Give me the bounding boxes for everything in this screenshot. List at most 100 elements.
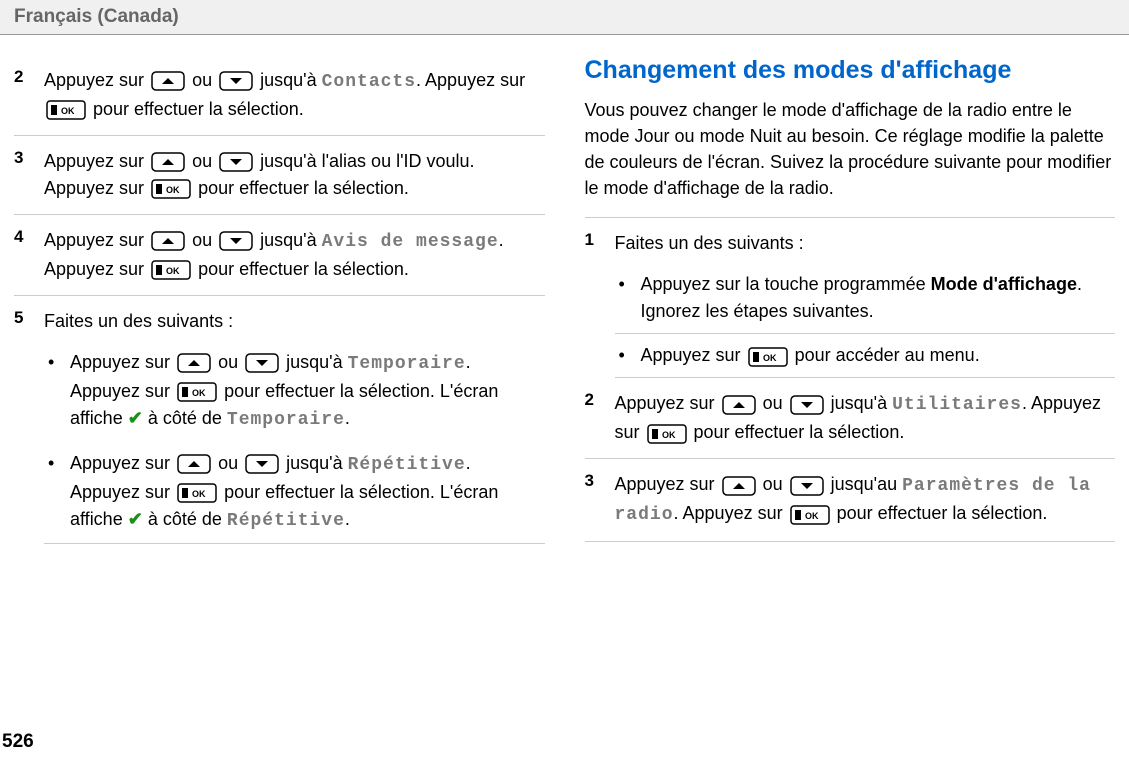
step-body: Appuyez sur ou jusqu'au Paramètres de la… xyxy=(615,471,1116,529)
svg-text:OK: OK xyxy=(192,489,206,499)
up-arrow-icon xyxy=(151,231,185,251)
ok-button-icon: OK xyxy=(177,483,217,503)
mono-text: Utilitaires xyxy=(892,395,1022,415)
step-number: 5 xyxy=(14,308,44,544)
text: ou xyxy=(218,453,243,473)
step-body: Faites un des suivants : • Appuyez sur l… xyxy=(615,230,1116,378)
text: pour effectuer la sélection. xyxy=(93,99,304,119)
svg-text:OK: OK xyxy=(763,353,777,363)
svg-text:OK: OK xyxy=(805,511,819,521)
bullet-marker: • xyxy=(615,271,641,325)
text: ou xyxy=(763,474,788,494)
text: pour effectuer la sélection. xyxy=(198,178,409,198)
text: Appuyez sur xyxy=(70,453,175,473)
bullet-item: • Appuyez sur la touche programmée Mode … xyxy=(615,263,1116,334)
step-2: 2 Appuyez sur ou jusqu'à Contacts. Appuy… xyxy=(14,55,545,136)
bullet-marker: • xyxy=(44,450,70,535)
bullet-item: • Appuyez sur ou jusqu'à Répétitive. App… xyxy=(44,442,545,544)
bold-text: Mode d'affichage xyxy=(931,274,1077,294)
step-3: 3 Appuyez sur ou jusqu'à l'alias ou l'ID… xyxy=(14,136,545,215)
text: pour effectuer la sélection. xyxy=(198,259,409,279)
bullet-body: Appuyez sur la touche programmée Mode d'… xyxy=(641,271,1116,325)
step-number: 2 xyxy=(585,390,615,446)
bullet-marker: • xyxy=(44,349,70,434)
section-intro: Vous pouvez changer le mode d'affichage … xyxy=(585,97,1116,201)
text: Appuyez sur la touche programmée xyxy=(641,274,931,294)
text: Appuyez sur xyxy=(44,151,149,171)
text: jusqu'à xyxy=(260,70,321,90)
step-body: Appuyez sur ou jusqu'à Utilitaires. Appu… xyxy=(615,390,1116,446)
bullet-item: • Appuyez sur ou jusqu'à Temporaire. App… xyxy=(44,341,545,442)
bullet-marker: • xyxy=(615,342,641,369)
text: ou xyxy=(192,230,217,250)
down-arrow-icon xyxy=(219,152,253,172)
text: . Appuyez sur xyxy=(416,70,525,90)
step-number: 4 xyxy=(14,227,44,283)
step-body: Appuyez sur ou jusqu'à Contacts. Appuyez… xyxy=(44,67,545,123)
svg-text:OK: OK xyxy=(192,388,206,398)
section-title: Changement des modes d'affichage xyxy=(585,55,1116,85)
down-arrow-icon xyxy=(245,454,279,474)
step-3-right: 3 Appuyez sur ou jusqu'au Paramètres de … xyxy=(585,459,1116,542)
mono-text: Contacts xyxy=(322,72,416,92)
mono-text: Répétitive xyxy=(348,455,466,475)
step-body: Appuyez sur ou jusqu'à Avis de message. … xyxy=(44,227,545,283)
up-arrow-icon xyxy=(151,152,185,172)
check-icon: ✔ xyxy=(128,405,143,432)
mono-text: Répétitive xyxy=(227,511,345,531)
step-list: 1 Faites un des suivants : • Appuyez sur… xyxy=(585,217,1116,542)
up-arrow-icon xyxy=(151,71,185,91)
step-number: 3 xyxy=(14,148,44,202)
svg-text:OK: OK xyxy=(166,185,180,195)
text: à côté de xyxy=(148,408,227,428)
step-5: 5 Faites un des suivants : • Appuyez sur… xyxy=(14,296,545,556)
text: à côté de xyxy=(148,509,227,529)
text: Appuyez sur xyxy=(70,352,175,372)
text: . Appuyez sur xyxy=(674,503,788,523)
step-number: 2 xyxy=(14,67,44,123)
bullet-item: • Appuyez sur OK pour accéder au menu. xyxy=(615,334,1116,378)
text: jusqu'à xyxy=(286,453,347,473)
text: ou xyxy=(192,70,217,90)
svg-text:OK: OK xyxy=(166,266,180,276)
text: pour effectuer la sélection. xyxy=(837,503,1048,523)
ok-button-icon: OK xyxy=(151,179,191,199)
text: Appuyez sur xyxy=(44,230,149,250)
bullet-body: Appuyez sur OK pour accéder au menu. xyxy=(641,342,1116,369)
header-text: Français (Canada) xyxy=(14,6,179,27)
text: Appuyez sur xyxy=(641,345,746,365)
ok-button-icon: OK xyxy=(177,382,217,402)
down-arrow-icon xyxy=(245,353,279,373)
text: ou xyxy=(218,352,243,372)
up-arrow-icon xyxy=(722,395,756,415)
step-intro: Faites un des suivants : xyxy=(615,230,1116,257)
ok-button-icon: OK xyxy=(790,505,830,525)
text: pour accéder au menu. xyxy=(795,345,980,365)
step-number: 3 xyxy=(585,471,615,529)
up-arrow-icon xyxy=(722,476,756,496)
down-arrow-icon xyxy=(790,476,824,496)
bullet-body: Appuyez sur ou jusqu'à Temporaire. Appuy… xyxy=(70,349,545,434)
ok-button-icon: OK xyxy=(151,260,191,280)
step-4: 4 Appuyez sur ou jusqu'à Avis de message… xyxy=(14,215,545,296)
ok-button-icon: OK xyxy=(46,100,86,120)
text: jusqu'à xyxy=(286,352,347,372)
text: Appuyez sur xyxy=(44,70,149,90)
page-number: 526 xyxy=(2,731,34,753)
step-body: Appuyez sur ou jusqu'à l'alias ou l'ID v… xyxy=(44,148,545,202)
left-column: 2 Appuyez sur ou jusqu'à Contacts. Appuy… xyxy=(14,55,545,556)
down-arrow-icon xyxy=(790,395,824,415)
svg-text:OK: OK xyxy=(61,106,75,116)
page-header: Français (Canada) xyxy=(0,0,1129,35)
text: . xyxy=(345,509,350,529)
ok-button-icon: OK xyxy=(647,424,687,444)
ok-button-icon: OK xyxy=(748,347,788,367)
text: . xyxy=(345,408,350,428)
step-1: 1 Faites un des suivants : • Appuyez sur… xyxy=(585,218,1116,378)
right-column: Changement des modes d'affichage Vous po… xyxy=(585,55,1116,556)
down-arrow-icon xyxy=(219,71,253,91)
page-content: 2 Appuyez sur ou jusqu'à Contacts. Appuy… xyxy=(0,35,1129,556)
text: Appuyez sur xyxy=(615,393,720,413)
up-arrow-icon xyxy=(177,454,211,474)
bullet-body: Appuyez sur ou jusqu'à Répétitive. Appuy… xyxy=(70,450,545,535)
